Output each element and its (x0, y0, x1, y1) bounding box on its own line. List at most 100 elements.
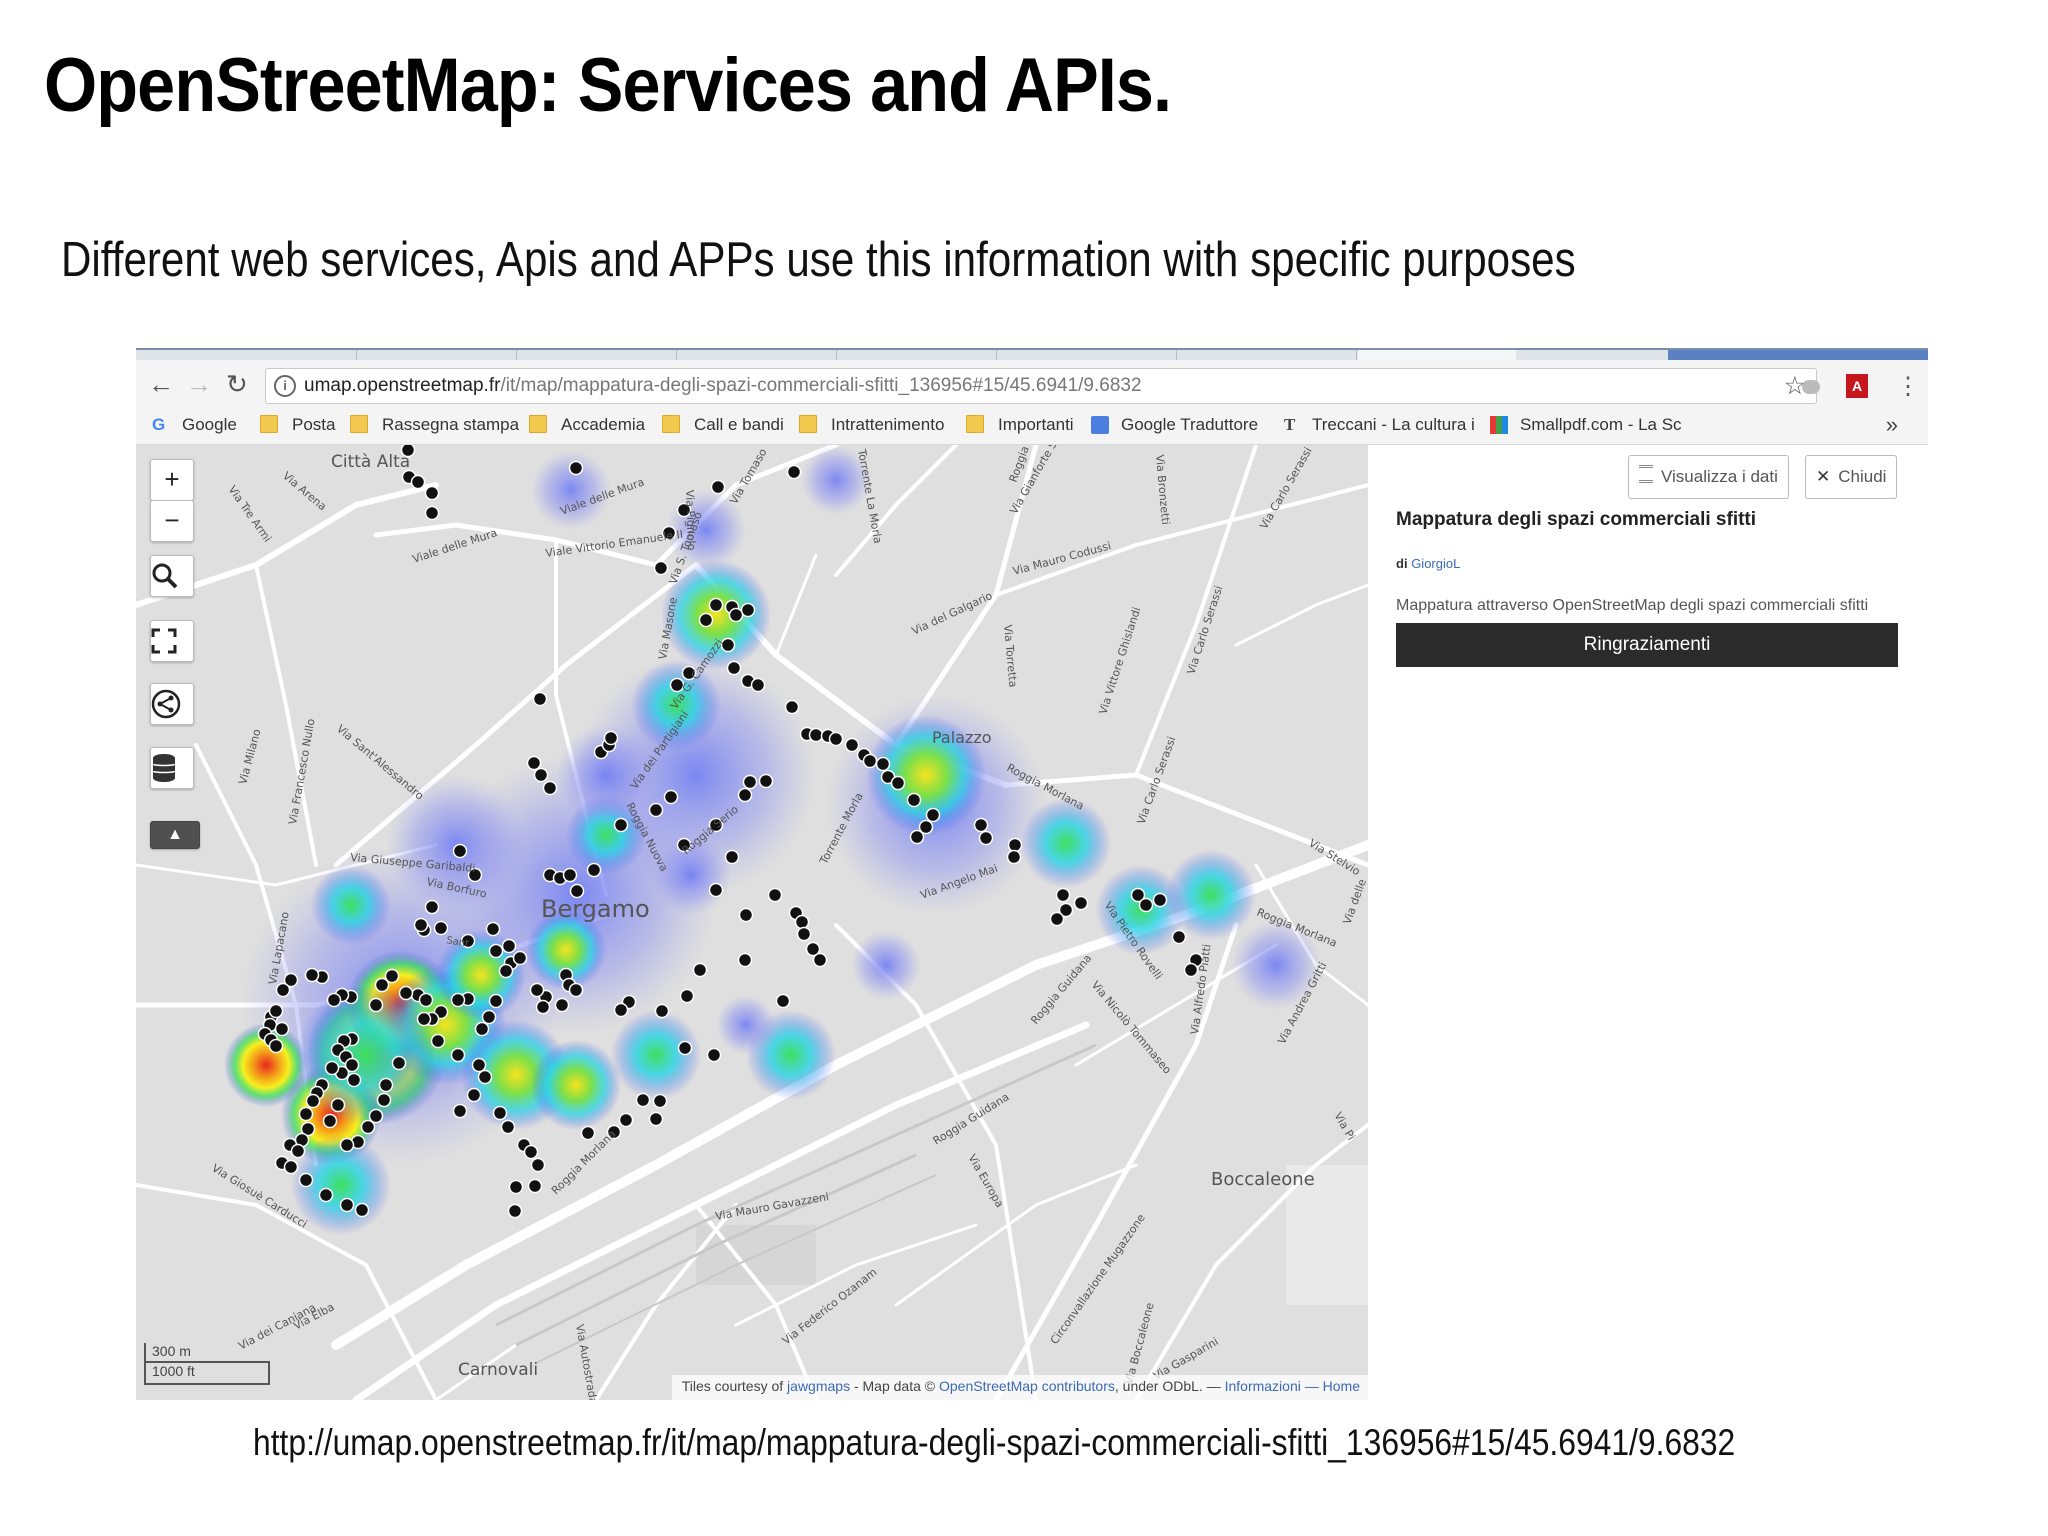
map-marker[interactable] (828, 731, 844, 747)
reload-icon[interactable]: ↻ (226, 370, 248, 398)
map-marker[interactable] (410, 474, 426, 490)
map-marker[interactable] (706, 1047, 722, 1063)
map-marker[interactable] (466, 1087, 482, 1103)
map-marker[interactable] (794, 914, 810, 930)
site-info-icon[interactable]: i (274, 375, 296, 397)
map-marker[interactable] (424, 485, 440, 501)
map-marker[interactable] (1007, 837, 1023, 853)
map-marker[interactable] (346, 1072, 362, 1088)
map-marker[interactable] (663, 789, 679, 805)
map-marker[interactable] (1138, 897, 1154, 913)
map-marker[interactable] (726, 660, 742, 676)
map-marker[interactable] (339, 1197, 355, 1213)
jawgmaps-link[interactable]: jawgmaps (787, 1378, 850, 1394)
map-marker[interactable] (568, 982, 584, 998)
pdf-extension-icon[interactable]: A (1846, 374, 1868, 398)
map-marker[interactable] (268, 1038, 284, 1054)
map-marker[interactable] (471, 1057, 487, 1073)
map-marker[interactable] (710, 479, 726, 495)
map-marker[interactable] (304, 967, 320, 983)
map-marker[interactable] (268, 1003, 284, 1019)
map-marker[interactable] (708, 882, 724, 898)
map-marker[interactable] (318, 1187, 334, 1203)
map-marker[interactable] (488, 993, 504, 1009)
thanks-button[interactable]: Ringraziamenti (1396, 623, 1898, 667)
map-marker[interactable] (618, 1112, 634, 1128)
bookmark-intrattenimento[interactable]: Intrattenimento (799, 415, 944, 435)
map-marker[interactable] (677, 1040, 693, 1056)
map-marker[interactable] (507, 1203, 523, 1219)
map-marker[interactable] (354, 1202, 370, 1218)
map-marker[interactable] (290, 1143, 306, 1159)
map-marker[interactable] (586, 862, 602, 878)
map-marker[interactable] (775, 993, 791, 1009)
map-marker[interactable] (477, 1069, 493, 1085)
map-marker[interactable] (368, 1108, 384, 1124)
map-marker[interactable] (330, 1097, 346, 1113)
more-bookmarks-icon[interactable]: » (1886, 412, 1898, 438)
close-panel-button[interactable]: ✕ Chiudi (1805, 455, 1898, 499)
map-marker[interactable] (742, 774, 758, 790)
bookmark-posta[interactable]: Posta (260, 415, 335, 435)
author-link[interactable]: GiorgioL (1411, 556, 1460, 571)
bookmark-rassegna-stampa[interactable]: Rassegna stampa (350, 415, 519, 435)
view-data-button[interactable]: Visualizza i dati (1628, 455, 1789, 499)
bookmark-accademia[interactable]: Accademia (529, 415, 645, 435)
share-button[interactable] (150, 683, 194, 725)
map-marker[interactable] (376, 1092, 392, 1108)
bookmark-google-traduttore[interactable]: Google Traduttore (1091, 415, 1258, 435)
map-marker[interactable] (398, 985, 414, 1001)
map-marker[interactable] (909, 829, 925, 845)
map-marker[interactable] (424, 899, 440, 915)
map-marker[interactable] (339, 1137, 355, 1153)
map-marker[interactable] (530, 1157, 546, 1173)
map-marker[interactable] (906, 792, 922, 808)
map-marker[interactable] (740, 602, 756, 618)
collapse-controls-button[interactable]: ▲ (150, 821, 200, 849)
map-marker[interactable] (603, 730, 619, 746)
informazioni-link[interactable]: Informazioni (1225, 1378, 1301, 1394)
map-marker[interactable] (529, 982, 545, 998)
map-marker[interactable] (1073, 895, 1089, 911)
map-marker[interactable] (648, 1111, 664, 1127)
map-marker[interactable] (613, 1002, 629, 1018)
map-marker[interactable] (374, 977, 390, 993)
map-marker[interactable] (305, 1093, 321, 1109)
map-marker[interactable] (418, 992, 434, 1008)
map-marker[interactable] (925, 807, 941, 823)
map-marker[interactable] (679, 988, 695, 1004)
map-marker[interactable] (430, 1033, 446, 1049)
zoom-in-button[interactable]: + (150, 459, 194, 501)
map-marker[interactable] (978, 830, 994, 846)
map-marker[interactable] (298, 1172, 314, 1188)
map-marker[interactable] (1006, 849, 1022, 865)
map-marker[interactable] (527, 1178, 543, 1194)
map-marker[interactable] (728, 607, 744, 623)
osm-contributors-link[interactable]: OpenStreetMap contributors (939, 1378, 1115, 1394)
map-marker[interactable] (481, 1009, 497, 1025)
map-marker[interactable] (492, 1105, 508, 1121)
map-marker[interactable] (654, 1003, 670, 1019)
map-marker[interactable] (844, 737, 860, 753)
map-marker[interactable] (535, 999, 551, 1015)
map-marker[interactable] (433, 920, 449, 936)
map-marker[interactable] (692, 962, 708, 978)
map-marker[interactable] (737, 787, 753, 803)
map-marker[interactable] (474, 1021, 490, 1037)
map-marker[interactable] (580, 1125, 596, 1141)
search-button[interactable] (150, 555, 194, 597)
map-marker[interactable] (862, 753, 878, 769)
map-marker[interactable] (378, 1077, 394, 1093)
bookmark-call-e-bandi[interactable]: Call e bandi (662, 415, 784, 435)
map-marker[interactable] (1049, 911, 1065, 927)
map-marker[interactable] (738, 907, 754, 923)
cloud-extension-icon[interactable] (1802, 380, 1820, 394)
map-marker[interactable] (324, 1060, 340, 1076)
map-marker[interactable] (413, 917, 429, 933)
map-marker[interactable] (391, 1055, 407, 1071)
map-marker[interactable] (698, 612, 714, 628)
map-marker[interactable] (274, 1021, 290, 1037)
home-link[interactable]: Home (1323, 1378, 1360, 1394)
map-marker[interactable] (973, 817, 989, 833)
map-marker[interactable] (568, 460, 584, 476)
